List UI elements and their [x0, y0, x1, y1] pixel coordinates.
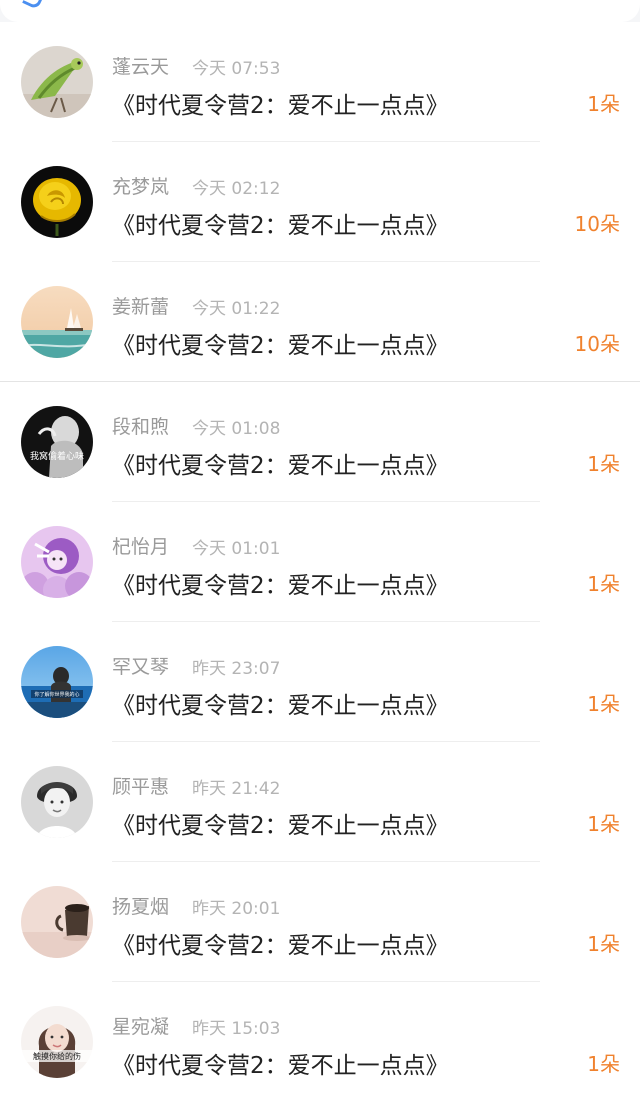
flower-count: 1朵	[587, 812, 620, 836]
work-title[interactable]: 《时代夏令营2：爱不止一点点》	[112, 206, 449, 240]
avatar-caption: 你了解你世界我的心	[34, 691, 79, 698]
gift-list-page: 蓬云天 今天 07:53 《时代夏令营2：爱不止一点点》 1朵 充梦岚 今天 0…	[0, 0, 640, 1106]
avatar-caption: 触摸你给的伤	[33, 1051, 81, 1061]
timestamp: 昨天 15:03	[192, 1019, 281, 1039]
avatar-caption: 我窝偷着心味	[30, 450, 84, 462]
flower-count: 1朵	[587, 1052, 620, 1076]
list-item[interactable]: 姜新蕾 今天 01:22 《时代夏令营2：爱不止一点点》 10朵	[0, 262, 640, 382]
work-title[interactable]: 《时代夏令营2：爱不止一点点》	[112, 686, 449, 720]
flower-count: 1朵	[587, 692, 620, 716]
list-item[interactable]: 扬夏烟 昨天 20:01 《时代夏令营2：爱不止一点点》 1朵	[0, 862, 640, 982]
sender-name: 顾平惠	[112, 776, 170, 798]
search-bar[interactable]	[0, 0, 640, 22]
sender-name: 段和煦	[112, 416, 170, 438]
work-title[interactable]: 《时代夏令营2：爱不止一点点》	[112, 326, 449, 360]
flower-count: 10朵	[574, 212, 620, 236]
timestamp: 昨天 20:01	[192, 899, 281, 919]
sender-name: 杞怡月	[112, 536, 170, 558]
sender-name: 罕又琴	[112, 656, 170, 678]
work-title[interactable]: 《时代夏令营2：爱不止一点点》	[112, 446, 449, 480]
girl-with-text-avatar[interactable]: 触摸你给的伤	[21, 1006, 93, 1078]
timestamp: 昨天 21:42	[192, 779, 281, 799]
list-item[interactable]: 杞怡月 今天 01:01 《时代夏令营2：爱不止一点点》 1朵	[0, 502, 640, 622]
parrot-avatar[interactable]	[21, 46, 93, 118]
list-item[interactable]: 触摸你给的伤 星宛凝 昨天 15:03 《时代夏令营2：爱不止一点点》 1朵	[0, 982, 640, 1102]
work-title[interactable]: 《时代夏令营2：爱不止一点点》	[112, 1046, 449, 1080]
flower-count: 1朵	[587, 932, 620, 956]
sender-name: 姜新蕾	[112, 296, 170, 318]
timestamp: 今天 01:01	[192, 539, 281, 559]
timestamp: 今天 07:53	[192, 59, 281, 79]
work-title[interactable]: 《时代夏令营2：爱不止一点点》	[112, 806, 449, 840]
flower-count: 1朵	[587, 92, 620, 116]
timestamp: 今天 01:08	[192, 419, 281, 439]
flower-count: 1朵	[587, 452, 620, 476]
timestamp: 今天 01:22	[192, 299, 281, 319]
timestamp: 昨天 23:07	[192, 659, 281, 679]
sender-name: 充梦岚	[112, 176, 170, 198]
dark-photo-avatar[interactable]: 我窝偷着心味	[21, 406, 93, 478]
sender-name: 扬夏烟	[112, 896, 170, 918]
ocean-girl-avatar[interactable]: 你了解你世界我的心	[21, 646, 93, 718]
list-item[interactable]: 我窝偷着心味 段和煦 今天 01:08 《时代夏令营2：爱不止一点点》 1朵	[0, 382, 640, 502]
list-item[interactable]: 顾平惠 昨天 21:42 《时代夏令营2：爱不止一点点》 1朵	[0, 742, 640, 862]
work-title[interactable]: 《时代夏令营2：爱不止一点点》	[112, 926, 449, 960]
flower-count: 1朵	[587, 572, 620, 596]
flower-count: 10朵	[574, 332, 620, 356]
purple-cartoon-avatar[interactable]	[21, 526, 93, 598]
tea-cup-avatar[interactable]	[21, 886, 93, 958]
work-title[interactable]: 《时代夏令营2：爱不止一点点》	[112, 86, 449, 120]
list-item[interactable]: 蓬云天 今天 07:53 《时代夏令营2：爱不止一点点》 1朵	[0, 22, 640, 142]
seaside-avatar[interactable]	[21, 286, 93, 358]
sender-name: 蓬云天	[112, 56, 170, 78]
list-item[interactable]: 你了解你世界我的心 罕又琴 昨天 23:07 《时代夏令营2：爱不止一点点》 1…	[0, 622, 640, 742]
top-bar	[0, 0, 640, 22]
list-item[interactable]: 充梦岚 今天 02:12 《时代夏令营2：爱不止一点点》 10朵	[0, 142, 640, 262]
monochrome-girl-avatar[interactable]	[21, 766, 93, 838]
timestamp: 今天 02:12	[192, 179, 281, 199]
sender-name: 星宛凝	[112, 1016, 170, 1038]
yellow-rose-avatar[interactable]	[21, 166, 93, 238]
work-title[interactable]: 《时代夏令营2：爱不止一点点》	[112, 566, 449, 600]
